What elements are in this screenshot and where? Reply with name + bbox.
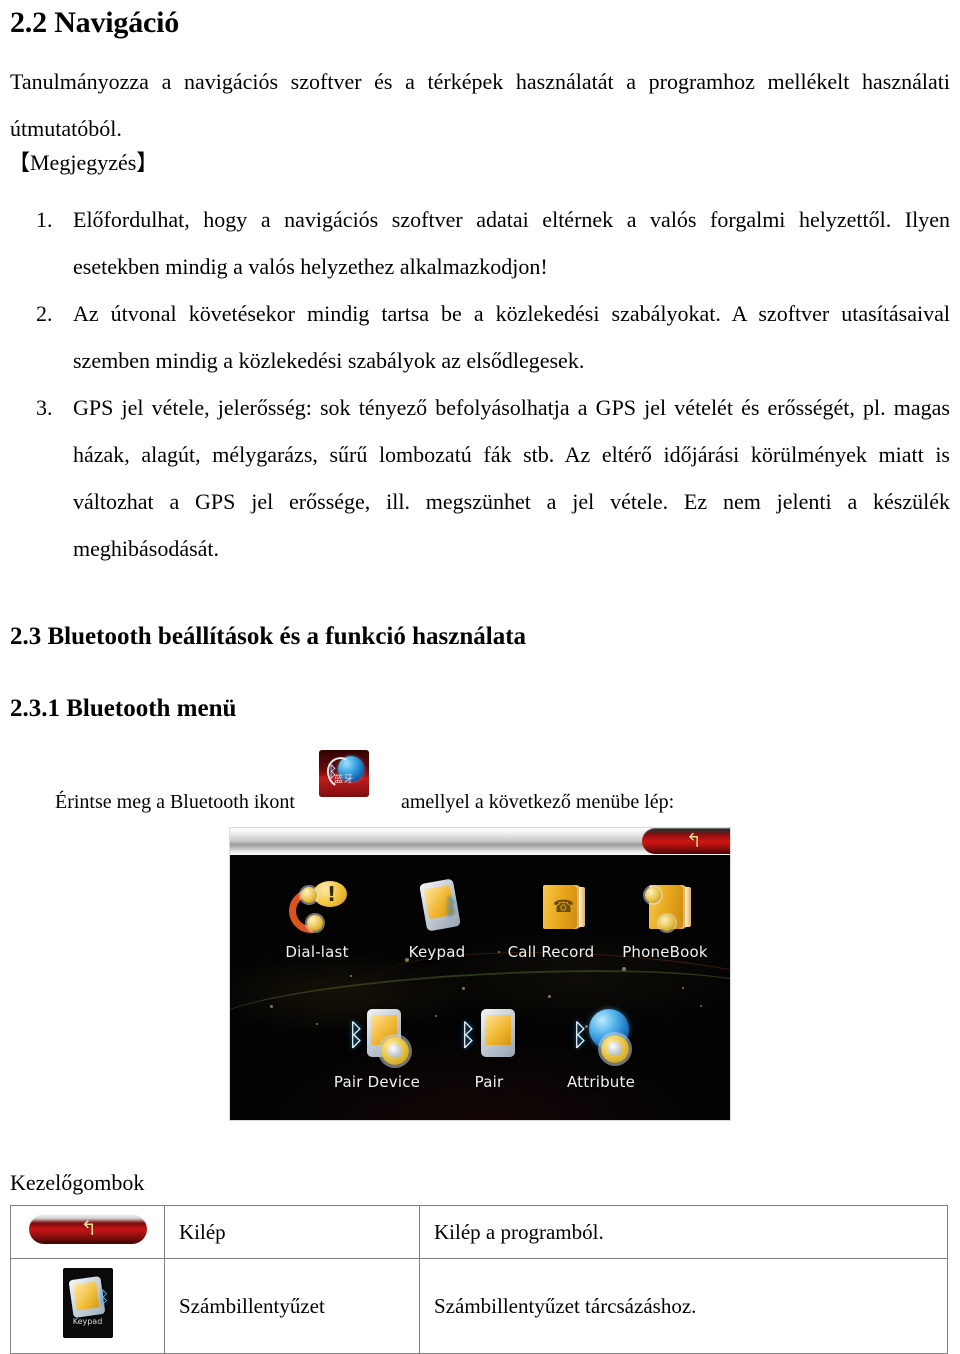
table-cell-name: Kilép <box>164 1205 420 1259</box>
app-item-dial-last[interactable]: ! Dial-last <box>258 877 376 961</box>
touch-bluetooth-instruction: Érintse meg a Bluetooth ikont amellyel a… <box>55 750 915 817</box>
device-app-canvas: ! Dial-last ᛒ Keypad ☎ Call Record Phone… <box>230 855 730 1120</box>
list-item: 2. Az útvonal követésekor mindig tartsa … <box>36 290 950 384</box>
bluetooth-glyph: ᛒ <box>99 1288 110 1308</box>
table-cell-description: Kilép a programból. <box>419 1205 948 1259</box>
app-label: PhoneBook <box>622 943 708 961</box>
table-cell-name: Számbillentyűzet <box>164 1258 420 1354</box>
list-item-text: GPS jel vétele, jelerősség: sok tényező … <box>73 395 950 561</box>
instruction-text-before-icon: Érintse meg a Bluetooth ikont <box>55 791 295 813</box>
list-item-text: Az útvonal követésekor mindig tartsa be … <box>73 301 950 373</box>
document-page: 2.2 Navigáció Tanulmányozza a navigációs… <box>0 0 960 1354</box>
keypad-button-icon: ᛒ Keypad <box>62 1268 113 1338</box>
back-arrow-icon: ↰ <box>686 830 702 852</box>
heading-2-3-1-bluetooth-menu: 2.3.1 Bluetooth menü <box>10 695 237 722</box>
app-item-pair[interactable]: ᛒ Pair <box>430 1007 548 1091</box>
list-item: 3. GPS jel vétele, jelerősség: sok ténye… <box>36 384 950 572</box>
icon-caption-label: 蓝牙 <box>333 775 354 785</box>
app-grid: ! Dial-last ᛒ Keypad ☎ Call Record Phone… <box>230 855 730 1120</box>
app-label: Attribute <box>566 1073 636 1091</box>
list-item-number: 3. <box>36 395 53 420</box>
buttons-table-caption: Kezelőgombok <box>10 1170 145 1195</box>
app-label: Call Record <box>507 943 595 961</box>
keypad-icon-label: Keypad <box>72 1317 103 1326</box>
app-label: Keypad <box>408 943 466 961</box>
table-cell-description: Számbillentyűzet tárcsázáshoz. <box>419 1258 948 1354</box>
pair-device-icon: ᛒ <box>345 1007 409 1071</box>
pair-icon: ᛒ <box>457 1007 521 1071</box>
app-item-call-record[interactable]: ☎ Call Record <box>492 877 610 961</box>
table-row: ᛒ Keypad Számbillentyűzet Számbillentyűz… <box>10 1258 948 1354</box>
device-back-button[interactable]: ↰ <box>642 828 730 854</box>
bluetooth-globe-headset-icon: ᛒ 蓝牙 <box>319 750 369 797</box>
bluetooth-menu-screenshot: ↰ ! Dial-last ᛒ Keypad ☎ Call Record Pho… <box>229 827 731 1121</box>
app-item-phonebook[interactable]: PhoneBook <box>606 877 724 961</box>
heading-2-3-bluetooth-settings: 2.3 Bluetooth beállítások és a funkció h… <box>10 623 527 650</box>
app-item-attribute[interactable]: ᛒ Attribute <box>542 1007 660 1091</box>
app-item-pair-device[interactable]: ᛒ Pair Device <box>318 1007 436 1091</box>
app-label: Pair Device <box>333 1073 421 1091</box>
call-record-icon: ☎ <box>519 877 585 941</box>
phonebook-icon <box>633 877 697 941</box>
table-cell-icon: ↰ <box>10 1205 165 1259</box>
exit-back-button-icon: ↰ <box>28 1214 147 1244</box>
note-marker: 【Megjegyzés】 <box>8 150 159 175</box>
instruction-text-after-icon: amellyel a következő menübe lép: <box>400 791 675 813</box>
list-item-number: 1. <box>36 207 53 232</box>
keypad-icon: ᛒ <box>405 877 469 941</box>
intro-paragraph: Tanulmányozza a navigációs szoftver és a… <box>10 69 950 141</box>
list-item: 1. Előfordulhat, hogy a navigációs szoft… <box>36 196 950 290</box>
list-item-number: 2. <box>36 301 53 326</box>
table-row: ↰ Kilép Kilép a programból. <box>10 1205 948 1259</box>
dial-last-icon: ! <box>280 877 349 942</box>
list-item-text: Előfordulhat, hogy a navigációs szoftver… <box>73 207 950 279</box>
heading-2-2-navigation: 2.2 Navigáció <box>10 6 180 39</box>
back-arrow-icon: ↰ <box>80 1216 98 1240</box>
buttons-table: ↰ Kilép Kilép a programból. ᛒ Keypad Szá… <box>10 1205 948 1354</box>
app-item-keypad[interactable]: ᛒ Keypad <box>378 877 496 961</box>
app-label: Dial-last <box>285 943 349 961</box>
app-label: Pair <box>474 1073 504 1091</box>
device-title-bar: ↰ <box>230 828 730 855</box>
attribute-icon: ᛒ <box>569 1007 633 1071</box>
table-cell-icon: ᛒ Keypad <box>10 1258 165 1354</box>
